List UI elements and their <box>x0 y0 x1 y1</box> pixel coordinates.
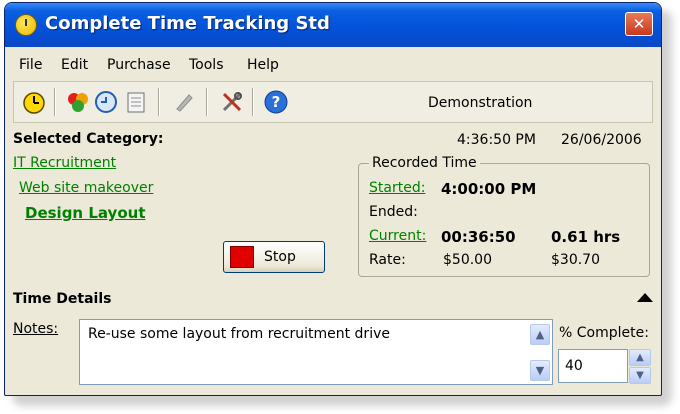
menu-tools[interactable]: Tools <box>189 57 224 73</box>
category-path-level-2[interactable]: Web site makeover <box>19 180 153 196</box>
current-time: 4:36:50 PM <box>457 132 536 148</box>
rate-value: $50.00 <box>443 252 492 268</box>
recorded-time-legend: Recorded Time <box>369 155 480 171</box>
app-window: Complete Time Tracking Std ✕ File Edit P… <box>4 2 662 396</box>
selected-category-label: Selected Category: <box>13 131 164 147</box>
pencil-icon[interactable] <box>172 90 196 114</box>
scroll-down-icon[interactable]: ▼ <box>530 360 550 381</box>
percent-complete-label: % Complete: <box>559 325 649 341</box>
toolbar-separator <box>252 88 254 116</box>
menu-edit[interactable]: Edit <box>61 57 88 73</box>
window-title: Complete Time Tracking Std <box>45 13 330 34</box>
menu-file[interactable]: File <box>19 57 42 73</box>
collapse-up-icon[interactable] <box>637 293 653 302</box>
ended-label: Ended: <box>369 204 418 220</box>
percent-complete-value: 40 <box>565 358 583 374</box>
toolbar-separator <box>54 88 56 116</box>
stop-button[interactable]: Stop <box>223 241 325 273</box>
started-link[interactable]: Started: <box>369 180 425 196</box>
stop-button-label: Stop <box>264 249 296 265</box>
menu-help[interactable]: Help <box>247 57 279 73</box>
toolbar-separator <box>206 88 208 116</box>
stop-icon <box>230 246 254 268</box>
spin-up-icon[interactable]: ▲ <box>629 349 651 366</box>
rate-label: Rate: <box>369 252 406 268</box>
recorded-time-group: Recorded Time Started: 4:00:00 PM Ended:… <box>358 155 650 277</box>
svg-text:?: ? <box>272 93 281 111</box>
current-link[interactable]: Current: <box>369 228 426 244</box>
notepad-icon[interactable] <box>124 90 148 114</box>
notes-text: Re-use some layout from recruitment driv… <box>88 326 390 342</box>
mode-status: Demonstration <box>428 95 533 111</box>
clock-icon <box>15 14 37 36</box>
notes-textarea[interactable]: Re-use some layout from recruitment driv… <box>79 319 553 385</box>
current-date: 26/06/2006 <box>561 132 642 148</box>
menu-purchase[interactable]: Purchase <box>107 57 171 73</box>
time-details-heading: Time Details <box>13 291 112 307</box>
percent-complete-input[interactable]: 40 <box>558 349 628 383</box>
stopwatch-icon[interactable] <box>22 90 46 114</box>
menu-bar: File Edit Purchase Tools Help <box>5 47 661 77</box>
timer-icon[interactable] <box>94 90 118 114</box>
amount-value: $30.70 <box>551 252 600 268</box>
started-value: 4:00:00 PM <box>441 180 537 198</box>
category-path-level-1[interactable]: IT Recruitment <box>13 155 116 171</box>
category-path-level-3[interactable]: Design Layout <box>25 204 145 222</box>
notes-label: Notes: <box>13 321 59 337</box>
tools-icon[interactable] <box>220 90 244 114</box>
spin-down-icon[interactable]: ▼ <box>629 367 651 384</box>
close-button[interactable]: ✕ <box>625 12 653 36</box>
current-elapsed: 00:36:50 <box>441 228 516 246</box>
categories-icon[interactable] <box>66 90 90 114</box>
scroll-up-icon[interactable]: ▲ <box>530 324 550 345</box>
toolbar: ? Demonstration <box>13 81 653 123</box>
help-icon[interactable]: ? <box>264 90 288 114</box>
current-hours: 0.61 hrs <box>551 228 621 246</box>
toolbar-separator <box>158 88 160 116</box>
title-bar[interactable]: Complete Time Tracking Std ✕ <box>5 3 661 47</box>
